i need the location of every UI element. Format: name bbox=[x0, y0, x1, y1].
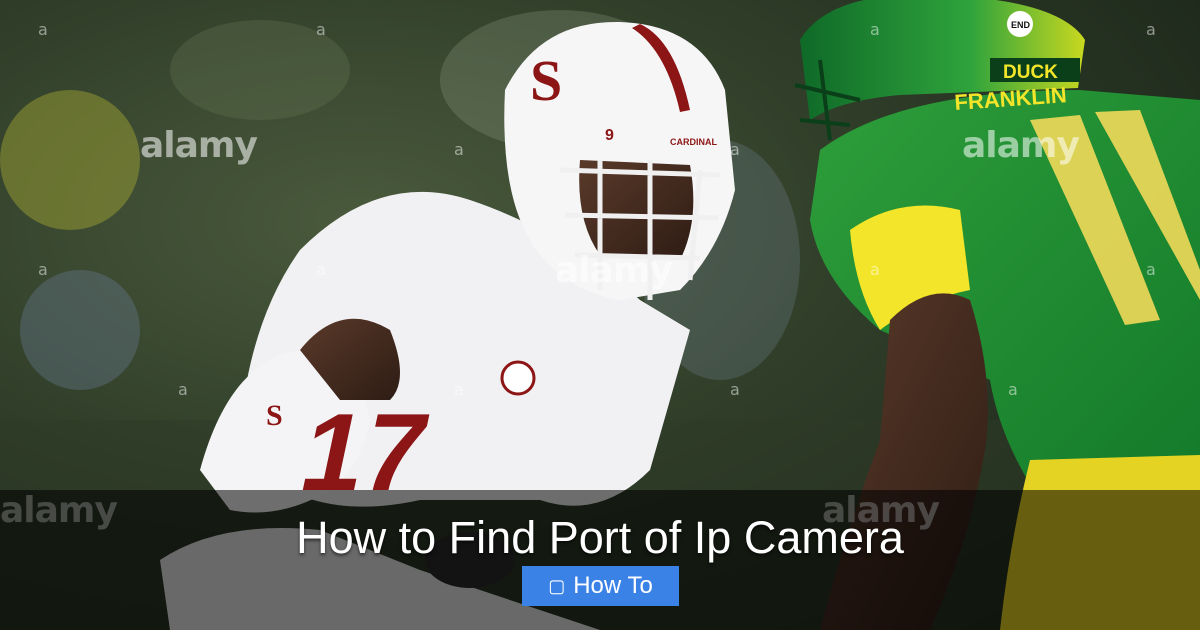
watermark: alamy bbox=[555, 250, 673, 291]
watermark-small: a bbox=[1008, 380, 1018, 399]
svg-text:DUCK: DUCK bbox=[1003, 62, 1058, 83]
watermark-small: a bbox=[870, 260, 880, 279]
svg-text:S: S bbox=[266, 399, 283, 432]
watermark-small: a bbox=[870, 20, 880, 39]
watermark-small: a bbox=[38, 260, 48, 279]
watermark-small: a bbox=[454, 140, 464, 159]
watermark-small: a bbox=[1146, 260, 1156, 279]
category-button[interactable]: ▢ How To bbox=[522, 566, 679, 606]
watermark-small: a bbox=[38, 20, 48, 39]
hero-banner: 17 S S 9 CARDINAL DUCK END FRANKLIN alam… bbox=[0, 0, 1200, 630]
page-title: How to Find Port of Ip Camera bbox=[296, 512, 904, 563]
watermark-small: a bbox=[730, 380, 740, 399]
watermark-small: a bbox=[316, 260, 326, 279]
watermark-small: a bbox=[316, 20, 326, 39]
watermark: alamy bbox=[962, 125, 1080, 166]
watermark: alamy bbox=[140, 125, 258, 166]
category-label: How To bbox=[573, 572, 653, 599]
svg-text:S: S bbox=[530, 48, 562, 113]
svg-text:9: 9 bbox=[605, 127, 614, 144]
watermark-small: a bbox=[730, 140, 740, 159]
tag-icon: ▢ bbox=[548, 575, 566, 596]
svg-text:CARDINAL: CARDINAL bbox=[670, 137, 717, 147]
watermark-small: a bbox=[178, 380, 188, 399]
watermark-small: a bbox=[1146, 20, 1156, 39]
svg-text:END: END bbox=[1011, 20, 1031, 30]
watermark-small: a bbox=[454, 380, 464, 399]
